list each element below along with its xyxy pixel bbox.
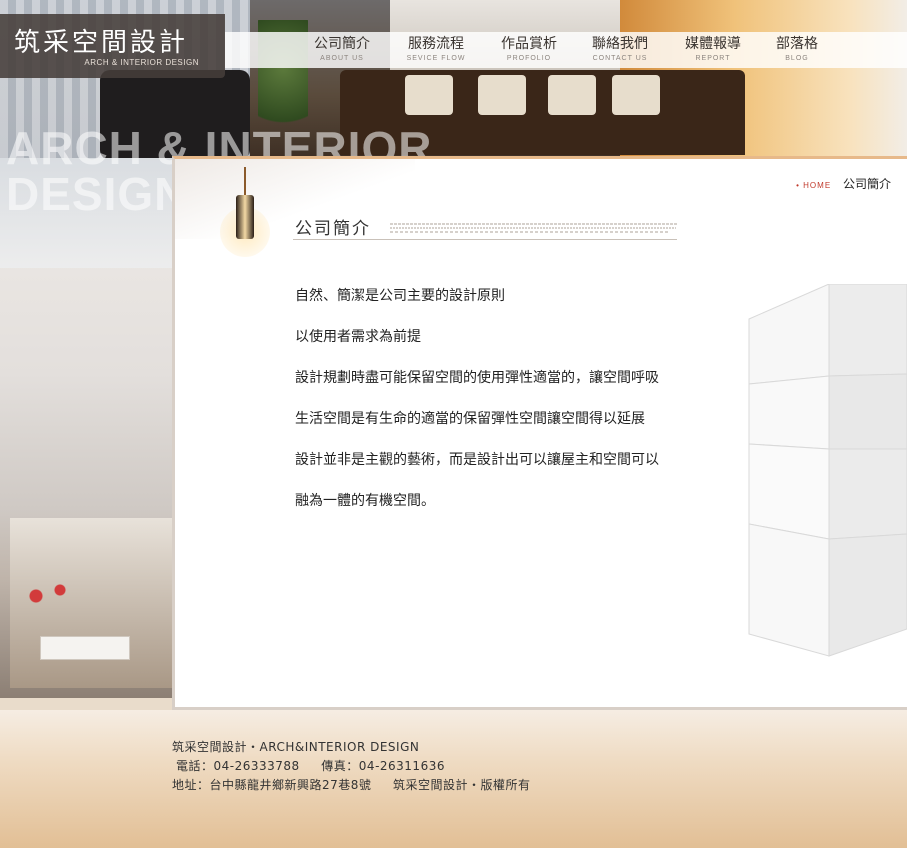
nav-sublabel: BLOG bbox=[785, 55, 809, 62]
nav-label: 公司簡介 bbox=[314, 36, 370, 52]
footer-phone: 04-26333788 bbox=[213, 759, 300, 773]
breadcrumb: HOME 公司簡介 bbox=[796, 175, 891, 192]
intro-text: 自然、簡潔是公司主要的設計原則 以使用者需求為前提 設計規劃時盡可能保留空間的使… bbox=[295, 287, 659, 533]
content-panel: HOME 公司簡介 公司簡介 自然、簡潔是公司主要的設計原則 以使用者需求為前提… bbox=[172, 156, 907, 710]
cushion bbox=[405, 75, 453, 115]
title-divider bbox=[293, 239, 677, 240]
flower bbox=[18, 578, 78, 638]
footer-fax: 04-26311636 bbox=[358, 759, 445, 773]
nav-item-service-flow[interactable]: 服務流程 SEVICE FLOW bbox=[391, 35, 481, 65]
side-photo bbox=[0, 158, 172, 698]
sink bbox=[40, 636, 130, 660]
nav-label: 媒體報導 bbox=[685, 36, 741, 52]
nav-label: 部落格 bbox=[776, 36, 818, 52]
footer-phone-label: 電話： bbox=[176, 759, 214, 773]
footer-address-line: 地址：台中縣龍井鄉新興路27巷8號 筑采空間設計・版權所有 bbox=[172, 776, 531, 793]
glass-panels-decoration bbox=[747, 283, 907, 664]
intro-paragraph: 設計規劃時盡可能保留空間的使用彈性適當的，讓空間呼吸 bbox=[295, 370, 659, 386]
page-title: 公司簡介 bbox=[295, 219, 371, 239]
cushion bbox=[548, 75, 596, 115]
main-nav: 公司簡介 ABOUT US 服務流程 SEVICE FLOW 作品賞析 PROF… bbox=[225, 32, 907, 68]
logo-tagline: ARCH & INTERIOR DESIGN bbox=[84, 58, 199, 67]
nav-item-portfolio[interactable]: 作品賞析 PROFOLIO bbox=[484, 35, 574, 65]
glass-panels bbox=[748, 283, 907, 657]
logo[interactable]: 筑采空間設計 ARCH & INTERIOR DESIGN bbox=[0, 14, 225, 78]
nav-sublabel: REPORT bbox=[695, 55, 731, 62]
footer-company: 筑采空間設計・ARCH&INTERIOR DESIGN bbox=[172, 740, 420, 754]
footer-contact: 電話：04-26333788 傳真：04-26311636 bbox=[176, 757, 445, 774]
nav-label: 聯絡我們 bbox=[592, 36, 648, 52]
nav-sublabel: ABOUT US bbox=[320, 55, 364, 62]
footer: 筑采空間設計・ARCH&INTERIOR DESIGN 電話：04-263337… bbox=[0, 710, 907, 848]
decorative-fine-print bbox=[390, 221, 680, 235]
breadcrumb-home-link[interactable]: HOME bbox=[796, 181, 831, 190]
breadcrumb-current: 公司簡介 bbox=[842, 177, 891, 191]
fine-print-lines bbox=[390, 223, 678, 233]
nav-item-report[interactable]: 媒體報導 REPORT bbox=[668, 35, 758, 65]
pendant-lamp-icon bbox=[220, 167, 270, 257]
nav-sublabel: SEVICE FLOW bbox=[406, 55, 466, 62]
nav-item-contact[interactable]: 聯絡我們 CONTACT US bbox=[575, 35, 665, 65]
nav-sublabel: PROFOLIO bbox=[506, 55, 552, 62]
nav-label: 服務流程 bbox=[408, 36, 464, 52]
nav-sublabel: CONTACT US bbox=[592, 55, 648, 62]
intro-paragraph: 生活空間是有生命的適當的保留彈性空間讓空間得以延展 bbox=[295, 411, 645, 427]
cushion bbox=[478, 75, 526, 115]
footer-copyright: 筑采空間設計・版權所有 bbox=[393, 778, 531, 792]
footer-address-label: 地址： bbox=[172, 778, 210, 792]
intro-paragraph: 自然、簡潔是公司主要的設計原則 bbox=[295, 288, 505, 304]
intro-paragraph: 以使用者需求為前提 bbox=[295, 329, 421, 345]
intro-paragraph: 設計並非是主觀的藝術，而是設計出可以讓屋主和空間可以 bbox=[295, 452, 659, 468]
intro-paragraph: 融為一體的有機空間。 bbox=[295, 493, 435, 509]
footer-address: 台中縣龍井鄉新興路27巷8號 bbox=[209, 778, 372, 792]
cushion bbox=[612, 75, 660, 115]
footer-fax-label: 傳真： bbox=[321, 759, 359, 773]
logo-text: 筑采空間設計 bbox=[14, 28, 189, 58]
nav-item-blog[interactable]: 部落格 BLOG bbox=[752, 35, 842, 65]
nav-item-about[interactable]: 公司簡介 ABOUT US bbox=[297, 35, 387, 65]
nav-label: 作品賞析 bbox=[501, 36, 557, 52]
